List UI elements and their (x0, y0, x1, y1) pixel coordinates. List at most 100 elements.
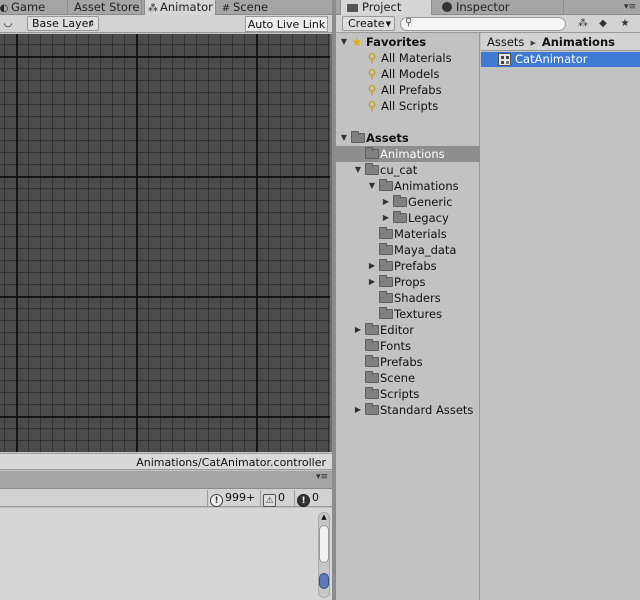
tree-item-scene[interactable]: Scene (336, 370, 480, 386)
filter-by-label-icon[interactable]: ◆ (594, 16, 612, 31)
collapse-arrow-icon[interactable]: ▶ (381, 194, 391, 210)
tree-item-materials[interactable]: Materials (336, 226, 480, 242)
tree-item-label: Legacy (408, 211, 449, 225)
breadcrumb-arrow-icon: ▶ (530, 39, 536, 47)
tree-item-cu-cat[interactable]: ▼ cu_cat (336, 162, 480, 178)
folder-icon (365, 323, 379, 335)
tree-item-all-models[interactable]: ⚲ All Models (336, 66, 480, 82)
tree-item-favorites[interactable]: ▼ ★ Favorites (336, 34, 480, 50)
tab-project[interactable]: Project (340, 0, 432, 16)
animator-toolbar: ◡ Base Layer ⇕ Auto Live Link (0, 15, 332, 33)
tree-item-label: Generic (408, 195, 453, 209)
star-icon: ★ (351, 35, 363, 49)
search-icon: ⚲ (367, 51, 377, 65)
panel-menu-icon[interactable]: ▾≡ (624, 0, 636, 14)
tree-item-animations[interactable]: ▼ Animations (336, 178, 480, 194)
tree-item-assets[interactable]: ▼ Assets (336, 130, 480, 146)
collapse-arrow-icon[interactable]: ▶ (353, 402, 363, 418)
tree-item-label: Animations (380, 147, 445, 161)
tree-item-maya-data[interactable]: Maya_data (336, 242, 480, 258)
folder-icon (365, 147, 379, 159)
animator-graph-canvas[interactable] (0, 34, 330, 452)
tree-item-label: All Scripts (381, 99, 439, 113)
tree-item-props[interactable]: ▶ Props (336, 274, 480, 290)
console-toolbar: ! 999+ ⚠ 0 ! 0 (0, 489, 332, 507)
controller-path: Animations/CatAnimator.controller (136, 456, 326, 469)
scroll-up-icon[interactable]: ▲ (319, 513, 329, 521)
tree-item-fonts[interactable]: Fonts (336, 338, 480, 354)
grid-icon: # (221, 3, 231, 14)
info-count-toggle[interactable]: ! 999+ (207, 490, 259, 507)
error-count-toggle[interactable]: ! 0 (294, 490, 326, 507)
auto-live-link-button[interactable]: Auto Live Link (245, 16, 328, 32)
layer-dropdown[interactable]: Base Layer ⇕ (27, 16, 99, 31)
tab-game[interactable]: ◐ Game (0, 0, 68, 15)
tab-animator[interactable]: ⁂ Animator (144, 0, 216, 16)
project-panel: Project Inspector ▾≡ Create ▼ ⚲ ⁂ ◆ ★ ▼ ★… (336, 0, 640, 600)
scrollbar-handle[interactable] (319, 573, 329, 589)
tab-scene[interactable]: # Scene (218, 0, 332, 15)
folder-icon (365, 371, 379, 383)
tree-item-textures[interactable]: Textures (336, 306, 480, 322)
collapse-arrow-icon[interactable]: ▶ (367, 258, 377, 274)
tree-item-label: Props (394, 275, 426, 289)
tree-item-scripts[interactable]: Scripts (336, 386, 480, 402)
folder-tab-icon (347, 4, 358, 12)
expand-arrow-icon[interactable]: ▼ (339, 130, 349, 146)
folder-icon (379, 179, 393, 191)
tab-asset-store[interactable]: Asset Store (68, 0, 142, 15)
folder-icon (365, 355, 379, 367)
scrollbar-thumb[interactable] (319, 525, 329, 563)
collapse-arrow-icon[interactable]: ▶ (367, 274, 377, 290)
left-tab-bar: ◐ Game Asset Store ⁂ Animator # Scene (0, 0, 332, 16)
breadcrumb-current[interactable]: Animations (542, 35, 615, 49)
filter-by-type-icon[interactable]: ⁂ (574, 16, 592, 31)
warning-icon: ⚠ (263, 494, 276, 507)
console-log-area[interactable] (0, 508, 332, 600)
panel-menu-icon[interactable]: ▾≡ (316, 472, 328, 482)
warning-count-toggle[interactable]: ⚠ 0 (260, 490, 292, 507)
tree-item-standard-assets[interactable]: ▶ Standard Assets (336, 402, 480, 418)
tree-item-animations[interactable]: Animations (336, 146, 480, 162)
expand-arrow-icon[interactable]: ▼ (339, 34, 349, 50)
tree-item-label: Editor (380, 323, 415, 337)
search-icon: ⚲ (367, 67, 377, 81)
collapse-arrow-icon[interactable]: ▶ (381, 210, 391, 226)
tree-item-generic[interactable]: ▶ Generic (336, 194, 480, 210)
updown-arrow-icon: ⇕ (88, 19, 95, 28)
collapse-arrow-icon[interactable]: ▶ (353, 322, 363, 338)
create-button[interactable]: Create ▼ (342, 16, 395, 31)
breadcrumb: Assets ▶ Animations (481, 33, 640, 51)
asset-item-catanimator[interactable]: CatAnimator (481, 52, 640, 67)
folder-icon (379, 291, 393, 303)
tree-item-label: cu_cat (380, 163, 418, 177)
tree-item-prefabs[interactable]: Prefabs (336, 354, 480, 370)
favorites-star-icon[interactable]: ★ (616, 16, 634, 31)
tree-item-editor[interactable]: ▶ Editor (336, 322, 480, 338)
animator-panel: ◐ Game Asset Store ⁂ Animator # Scene ◡ Bas… (0, 0, 332, 600)
console-scrollbar[interactable]: ▲ (318, 512, 330, 598)
tree-item-label: All Prefabs (381, 83, 442, 97)
expand-arrow-icon[interactable]: ▼ (353, 162, 363, 178)
tree-item-label: All Models (381, 67, 440, 81)
tree-item-label: Materials (394, 227, 447, 241)
tree-item-all-materials[interactable]: ⚲ All Materials (336, 50, 480, 66)
folder-icon (379, 227, 393, 239)
folder-icon (379, 243, 393, 255)
pacman-icon: ◐ (0, 3, 9, 14)
layers-toggle-icon[interactable]: ◡ (0, 16, 16, 31)
tree-item-prefabs[interactable]: ▶ Prefabs (336, 258, 480, 274)
search-icon: ⚲ (405, 17, 413, 28)
tree-item-label: Favorites (366, 35, 427, 49)
project-asset-view: Assets ▶ Animations CatAnimator (481, 33, 640, 600)
tree-item-all-scripts[interactable]: ⚲ All Scripts (336, 98, 480, 114)
tree-item-label: Prefabs (394, 259, 437, 273)
tab-inspector[interactable]: Inspector (434, 0, 564, 15)
tree-item-all-prefabs[interactable]: ⚲ All Prefabs (336, 82, 480, 98)
breadcrumb-root[interactable]: Assets (487, 35, 524, 49)
tree-item-shaders[interactable]: Shaders (336, 290, 480, 306)
project-search-input[interactable]: ⚲ (400, 17, 566, 31)
expand-arrow-icon[interactable]: ▼ (367, 178, 377, 194)
tree-item-legacy[interactable]: ▶ Legacy (336, 210, 480, 226)
animator-controller-icon (498, 53, 511, 66)
